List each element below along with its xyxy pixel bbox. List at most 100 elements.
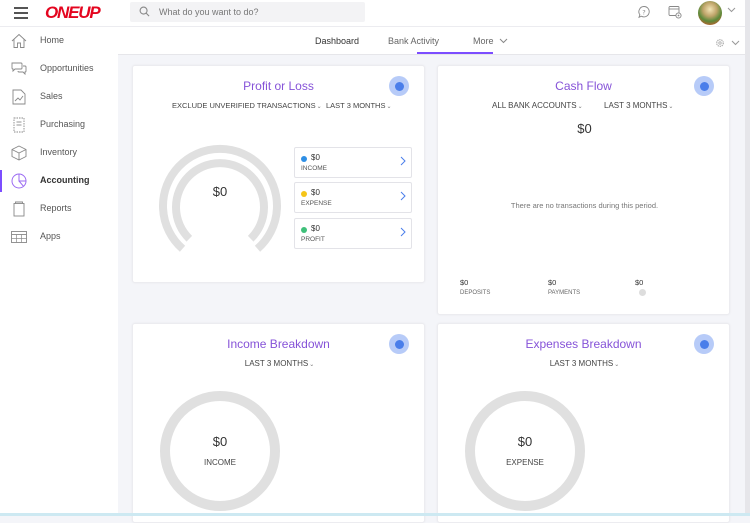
tab-dashboard[interactable]: Dashboard [315,36,359,46]
sidebar-item-label: Home [40,35,65,45]
deposits-stat: $0 DEPOSITS [460,278,490,296]
filter-label: LAST 3 MONTHS [244,359,309,368]
apps-grid-icon [11,231,27,243]
card-menu-button[interactable] [389,334,409,354]
sidebar-item-label: Reports [40,203,72,213]
filter-label: LAST 3 MONTHS [549,359,614,368]
tab-more-label: More [473,36,494,46]
cash-flow-card: Cash Flow ALL BANK ACCOUNTS⌄ LAST 3 MONT… [437,65,730,315]
period-filter-dropdown[interactable]: LAST 3 MONTHS⌄ [326,101,392,110]
filter-label: LAST 3 MONTHS [604,101,668,110]
period-filter-dropdown[interactable]: LAST 3 MONTHS⌄ [604,101,673,110]
expense-total: $0 [517,434,533,449]
receipt-icon [13,117,25,133]
donut-empty-ring [465,391,585,511]
chevron-down-icon: ⌄ [386,104,392,110]
income-donut-chart [160,391,280,511]
sidebar-item-home[interactable]: Home [0,27,118,55]
gauge-inner-ring [172,159,268,242]
chat-bubbles-icon [11,62,27,76]
period-filter-dropdown[interactable]: LAST 3 MONTHS⌄ [133,359,426,368]
expenses-breakdown-card: Expenses Breakdown LAST 3 MONTHS⌄ $0 EXP… [437,323,730,523]
settings-dropdown[interactable] [715,35,740,53]
stat-value: $0 [548,278,557,287]
donut-empty-ring [160,391,280,511]
chevron-down-icon: ⌄ [316,104,322,110]
sidebar-item-inventory[interactable]: Inventory [0,139,118,167]
income-label: INCOME [204,458,236,467]
legend-value: $0 [311,153,320,162]
user-avatar[interactable] [698,1,722,25]
search-bar[interactable] [130,2,365,22]
profit-legend-item[interactable]: $0 PROFIT [294,218,412,249]
expense-color-dot [301,191,307,197]
transactions-window-icon[interactable] [668,5,682,19]
box-icon [11,145,27,161]
sales-chart-icon [12,89,26,105]
card-menu-button[interactable] [694,76,714,96]
card-title: Expenses Breakdown [525,337,642,351]
menu-hamburger-icon[interactable] [14,7,28,19]
card-title: Profit or Loss [243,79,314,93]
chevron-down-icon [499,38,508,44]
income-legend-item[interactable]: $0 INCOME [294,147,412,178]
stat-value: $0 [460,278,469,287]
sidebar-item-apps[interactable]: Apps [0,223,118,251]
card-menu-button[interactable] [694,334,714,354]
search-icon [139,6,150,17]
home-icon [11,33,27,48]
search-input[interactable] [159,4,349,20]
legend-label: PROFIT [301,236,325,243]
sidebar-item-purchasing[interactable]: Purchasing [0,111,118,139]
sidebar-item-label: Opportunities [40,63,94,73]
sidebar-item-accounting[interactable]: Accounting [0,167,118,195]
filter-label: ALL BANK ACCOUNTS [492,101,577,110]
net-stat: $0 [635,278,646,296]
sidebar-item-reports[interactable]: Reports [0,195,118,223]
profit-color-dot [301,227,307,233]
svg-text:?: ? [642,8,645,16]
sidebar-item-label: Inventory [40,147,78,157]
chevron-down-icon: ⌄ [577,104,583,110]
income-total: $0 [212,434,228,449]
bank-account-filter-dropdown[interactable]: ALL BANK ACCOUNTS⌄ [492,101,583,110]
help-chat-icon[interactable]: ? [637,5,651,19]
filter-label: EXCLUDE UNVERIFIED TRANSACTIONS [172,101,316,110]
card-title: Cash Flow [555,79,612,93]
income-breakdown-card: Income Breakdown LAST 3 MONTHS⌄ $0 INCOM… [132,323,425,523]
card-menu-button[interactable] [389,76,409,96]
chevron-down-icon [732,40,740,46]
chevron-down-icon[interactable] [727,7,736,13]
filter-label: LAST 3 MONTHS [326,101,386,110]
legend-value: $0 [311,188,320,197]
report-icon [13,201,25,217]
stat-label: PAYMENTS [548,290,581,296]
period-filter-dropdown[interactable]: LAST 3 MONTHS⌄ [438,359,731,368]
chevron-right-icon [400,191,406,201]
tab-bank-activity[interactable]: Bank Activity [388,36,439,46]
income-color-dot [301,156,307,162]
sidebar-item-label: Purchasing [40,119,86,129]
app-logo[interactable]: ONEUP [45,3,101,23]
sidebar-item-label: Apps [40,231,61,241]
empty-state-message: There are no transactions during this pe… [510,201,659,210]
info-help-icon[interactable] [639,289,646,296]
expense-donut-chart [465,391,585,511]
legend-label: EXPENSE [301,200,332,207]
active-tab-indicator [417,52,493,54]
tab-more[interactable]: More [473,36,508,46]
verification-filter-dropdown[interactable]: EXCLUDE UNVERIFIED TRANSACTIONS⌄ [172,101,322,110]
chevron-down-icon: ⌄ [614,362,620,368]
expense-legend-item[interactable]: $0 EXPENSE [294,182,412,213]
pie-chart-icon [11,173,27,189]
chevron-down-icon: ⌄ [309,362,315,368]
stat-label: DEPOSITS [460,290,491,296]
chevron-right-icon [400,156,406,166]
page-scrollbar[interactable] [745,0,750,516]
sidebar-item-opportunities[interactable]: Opportunities [0,55,118,83]
payments-stat: $0 PAYMENTS [548,278,580,296]
sidebar-item-label: Accounting [40,175,90,185]
legend-label: INCOME [301,165,327,172]
sidebar-item-sales[interactable]: Sales [0,83,118,111]
sidebar-item-label: Sales [40,91,63,101]
